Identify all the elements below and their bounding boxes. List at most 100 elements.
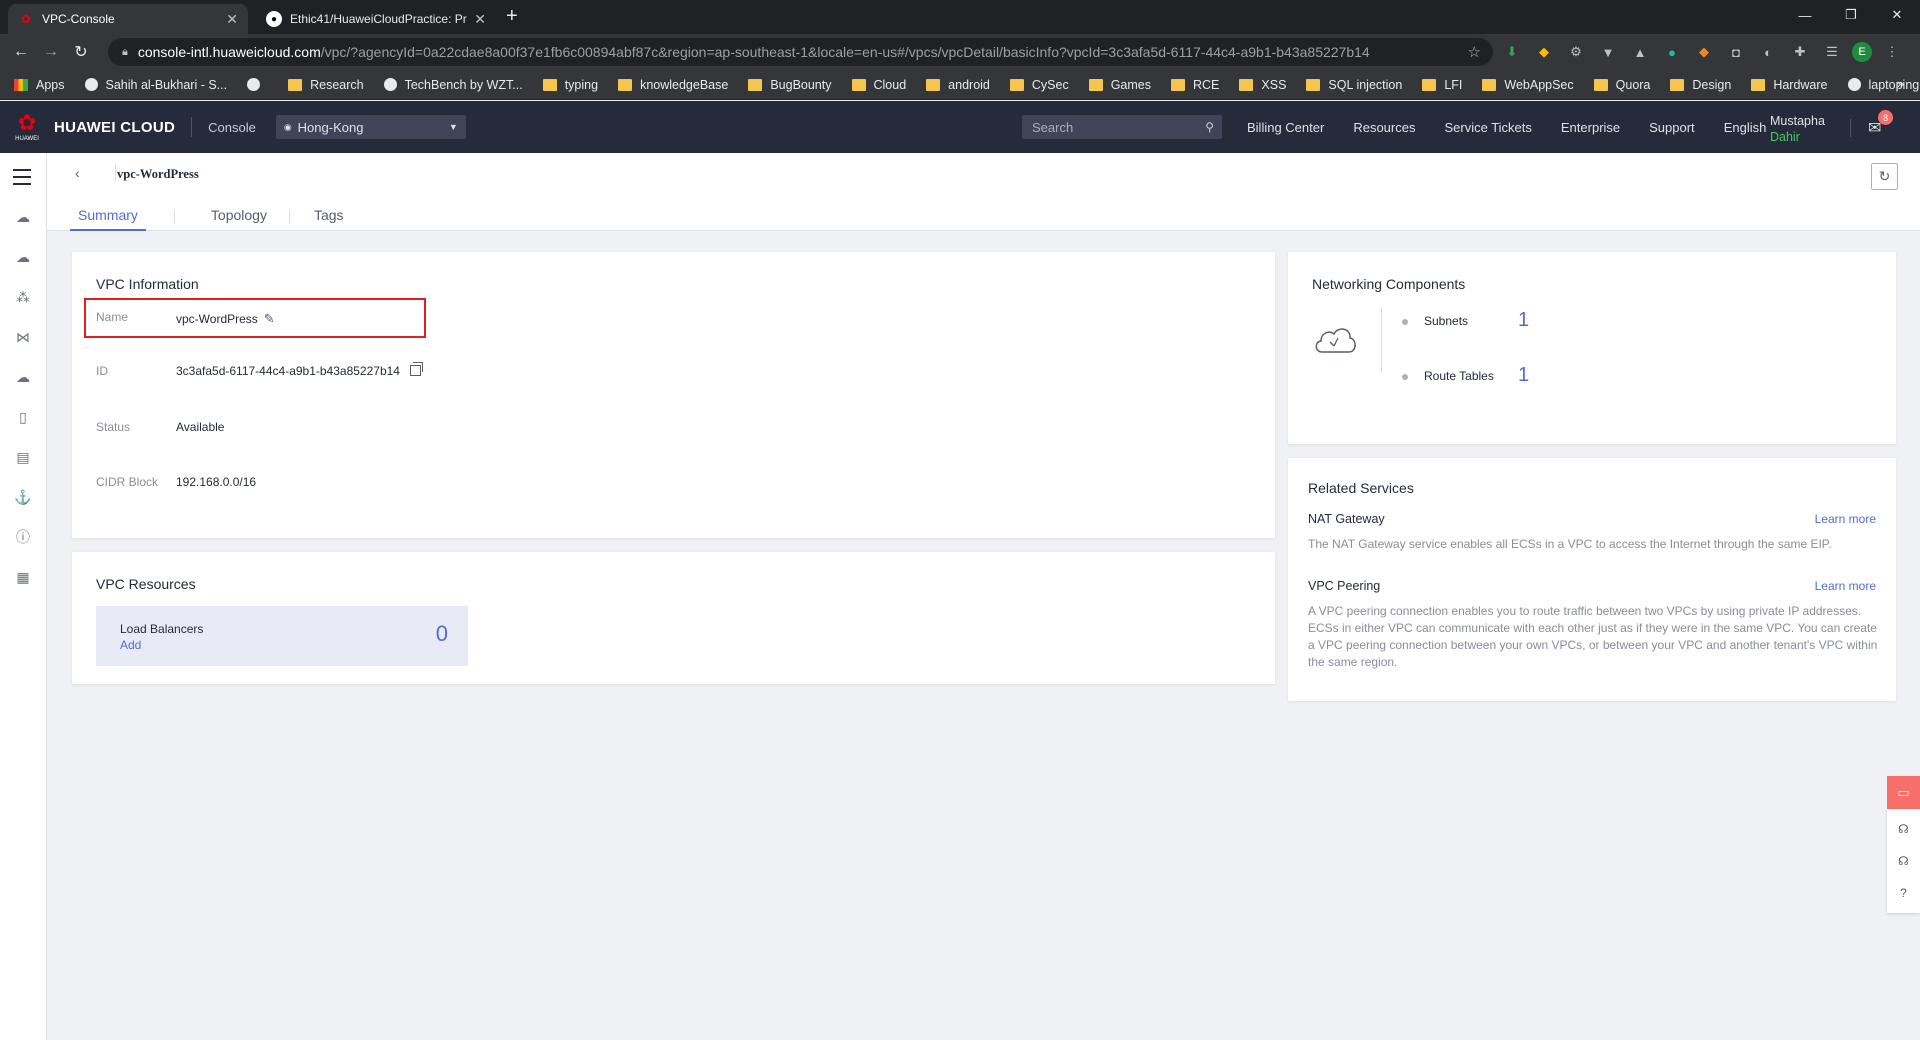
mail-button[interactable]: ✉ 8	[1868, 110, 1893, 138]
bookmark-item[interactable]	[247, 78, 268, 91]
extension-icon[interactable]: ◆	[1532, 40, 1556, 64]
download-extension-icon[interactable]: ⬇	[1500, 40, 1524, 64]
nat-learn-more-link[interactable]: Learn more	[1815, 512, 1876, 526]
back-arrow-icon[interactable]: ←	[6, 43, 36, 61]
copy-icon[interactable]	[409, 362, 423, 376]
console-link[interactable]: Console	[208, 120, 256, 135]
browser-tab-vpc-console[interactable]: ✿ VPC-Console ✕	[8, 4, 248, 34]
minimize-icon[interactable]: —	[1782, 0, 1828, 30]
bookmark-item[interactable]: SQL injection	[1306, 78, 1402, 92]
bookmark-item[interactable]: RCE	[1171, 78, 1219, 92]
bookmark-item[interactable]: LFI	[1422, 78, 1462, 92]
browser-tab-github[interactable]: ● Ethic41/HuaweiCloudPractice: Pr ✕	[256, 4, 496, 34]
nav-support[interactable]: Support	[1649, 120, 1695, 135]
feedback-button[interactable]: ▭	[1887, 776, 1920, 809]
forward-arrow-icon[interactable]: →	[36, 43, 66, 61]
add-load-balancer-link[interactable]: Add	[120, 638, 141, 652]
reading-list-icon[interactable]: ☰	[1820, 40, 1844, 64]
reload-icon[interactable]: ↻	[66, 42, 96, 62]
extension-icon[interactable]: ◘	[1724, 40, 1748, 64]
peering-icon[interactable]: ⋈	[13, 327, 33, 347]
bookmark-item[interactable]: laptoping.com	[1847, 78, 1920, 92]
extension-icon[interactable]: ◐	[1756, 40, 1780, 64]
bookmark-item[interactable]: typing	[542, 78, 598, 92]
help-icon[interactable]: ?	[1887, 877, 1920, 909]
customer-service-icon[interactable]: ☊	[1887, 813, 1920, 845]
bookmark-item[interactable]: XSS	[1239, 78, 1286, 92]
hamburger-menu-icon[interactable]	[13, 169, 31, 190]
card-title: VPC Resources	[96, 576, 196, 592]
bookmark-item[interactable]: Apps	[14, 78, 65, 92]
close-icon[interactable]: ✕	[226, 11, 238, 28]
bookmark-item[interactable]: Games	[1088, 78, 1151, 92]
search-icon[interactable]: ⚲	[1205, 120, 1214, 134]
tab-tags[interactable]: Tags	[306, 207, 352, 231]
nav-billing-center[interactable]: Billing Center	[1247, 120, 1324, 135]
menu-kebab-icon[interactable]: ⋮	[1880, 40, 1904, 64]
profile-avatar[interactable]: E	[1852, 42, 1872, 62]
bookmark-item[interactable]: Hardware	[1751, 78, 1828, 92]
anchor-icon[interactable]: ⚓	[13, 487, 33, 507]
bookmark-item[interactable]: TechBench by WZT...	[383, 78, 523, 92]
search-input[interactable]: Search ⚲	[1022, 115, 1222, 139]
bookmark-item[interactable]: Research	[288, 78, 364, 92]
nav-enterprise[interactable]: Enterprise	[1561, 120, 1620, 135]
ip-icon[interactable]: ⓘ	[13, 527, 33, 547]
tab-summary[interactable]: Summary	[70, 207, 146, 231]
region-select[interactable]: ◉ Hong-Kong ▼	[275, 115, 466, 139]
brand-name[interactable]: HUAWEI CLOUD	[54, 119, 175, 136]
mail-count-badge: 8	[1878, 110, 1893, 125]
bookmark-item[interactable]: Sahih al-Bukhari - S...	[84, 78, 227, 92]
nat-gateway-title: NAT Gateway	[1308, 512, 1385, 526]
folder-icon	[618, 78, 633, 91]
nav-service-tickets[interactable]: Service Tickets	[1444, 120, 1531, 135]
drive-extension-icon[interactable]: ▲	[1628, 40, 1652, 64]
vpc-peering-description: A VPC peering connection enables you to …	[1308, 604, 1878, 669]
vue-extension-icon[interactable]: ▼	[1596, 40, 1620, 64]
refresh-button[interactable]: ↻	[1871, 163, 1898, 190]
address-bar[interactable]: 🔒︎ console-intl.huaweicloud.com/vpc/?age…	[108, 38, 1493, 66]
huawei-logo[interactable]: ✿ HUAWEI	[4, 101, 50, 153]
list-icon[interactable]: ▦	[13, 567, 33, 587]
bookmark-star-icon[interactable]: ☆	[1468, 43, 1481, 61]
lock-icon: 🔒︎	[122, 45, 128, 58]
metamask-extension-icon[interactable]: ◆	[1692, 40, 1716, 64]
bookmark-item[interactable]: Design	[1670, 78, 1731, 92]
bookmark-item[interactable]: knowledgeBase	[618, 78, 728, 92]
peering-learn-more-link[interactable]: Learn more	[1815, 579, 1876, 593]
cloud-service-icon[interactable]: ☁	[13, 207, 33, 227]
extension-icon[interactable]: ⚙	[1564, 40, 1588, 64]
cloud-server-icon[interactable]: ☁	[13, 247, 33, 267]
back-chevron-icon[interactable]: ‹	[75, 165, 80, 181]
route-tables-count[interactable]: 1	[1518, 364, 1529, 387]
globe-icon	[1847, 78, 1861, 91]
grammarly-extension-icon[interactable]: ●	[1660, 40, 1684, 64]
grid-icon	[14, 78, 28, 91]
device-icon[interactable]: ▯	[13, 407, 33, 427]
bookmark-item[interactable]: BugBounty	[748, 78, 832, 92]
id-label: ID	[96, 364, 108, 378]
close-icon[interactable]: ✕	[474, 11, 486, 28]
nav-language[interactable]: English	[1724, 120, 1767, 135]
cloud-connect-icon[interactable]: ☁	[13, 367, 33, 387]
tab-topology[interactable]: Topology	[203, 207, 275, 231]
document-icon[interactable]: ▤	[13, 447, 33, 467]
load-balancers-count[interactable]: 0	[436, 621, 448, 647]
bookmark-item[interactable]: CySec	[1009, 78, 1069, 92]
edit-pencil-icon[interactable]: ✎	[264, 311, 275, 326]
network-nodes-icon[interactable]: ⁂	[13, 287, 33, 307]
bookmark-item[interactable]: WebAppSec	[1482, 78, 1574, 92]
restore-icon[interactable]: ❐	[1828, 0, 1874, 30]
user-menu[interactable]: Mustapha Dahir	[1770, 113, 1825, 145]
headset-icon[interactable]: ☊	[1887, 845, 1920, 877]
bookmark-item[interactable]: Cloud	[851, 78, 906, 92]
new-tab-button[interactable]: +	[506, 5, 518, 28]
bookmark-item[interactable]: Quora	[1593, 78, 1650, 92]
subnets-count[interactable]: 1	[1518, 309, 1529, 332]
bookmark-item[interactable]: android	[926, 78, 990, 92]
huawei-favicon-icon: ✿	[20, 12, 32, 26]
close-window-icon[interactable]: ✕	[1874, 0, 1920, 30]
puzzle-extensions-icon[interactable]: ✚	[1788, 40, 1812, 64]
bookmarks-overflow-icon[interactable]: »	[1897, 77, 1904, 91]
nav-resources[interactable]: Resources	[1353, 120, 1415, 135]
